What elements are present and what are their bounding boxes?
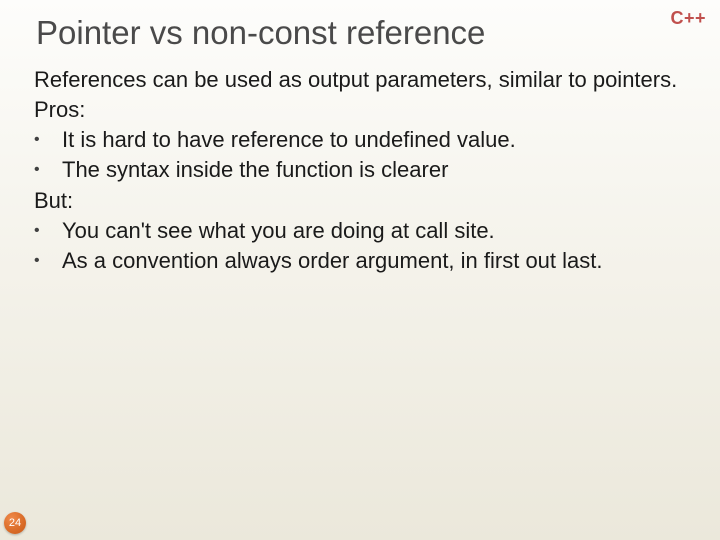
slide-title: Pointer vs non-const reference xyxy=(0,0,720,60)
bullet-icon: • xyxy=(34,247,62,271)
bullet-icon: • xyxy=(34,126,62,150)
but-label: But: xyxy=(34,187,690,215)
pro-item: • The syntax inside the function is clea… xyxy=(34,156,690,184)
bullet-icon: • xyxy=(34,217,62,241)
slide-body: References can be used as output paramet… xyxy=(0,60,720,275)
con-text: As a convention always order argument, i… xyxy=(62,247,690,275)
pro-item: • It is hard to have reference to undefi… xyxy=(34,126,690,154)
con-item: • As a convention always order argument,… xyxy=(34,247,690,275)
con-text: You can't see what you are doing at call… xyxy=(62,217,690,245)
bullet-icon: • xyxy=(34,156,62,180)
language-badge: C++ xyxy=(670,8,706,29)
slide-number-badge: 24 xyxy=(4,512,26,534)
pro-text: The syntax inside the function is cleare… xyxy=(62,156,690,184)
con-item: • You can't see what you are doing at ca… xyxy=(34,217,690,245)
pros-label: Pros: xyxy=(34,96,690,124)
intro-text: References can be used as output paramet… xyxy=(34,66,690,94)
pro-text: It is hard to have reference to undefine… xyxy=(62,126,690,154)
